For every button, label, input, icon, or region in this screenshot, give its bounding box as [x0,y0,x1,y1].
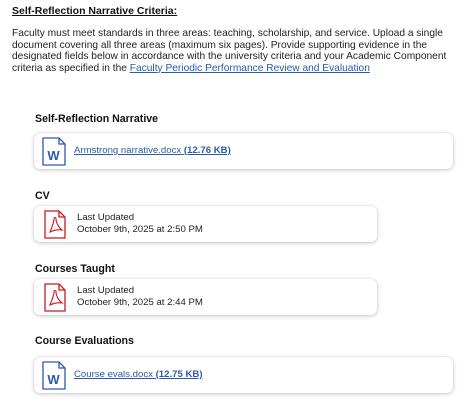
narrative-file-link[interactable]: Armstrong narrative.docx (12.76 KB) [74,145,231,156]
cv-updated-info: Last Updated October 9th, 2025 at 2:50 P… [77,212,203,236]
courses-updated-label: Last Updated [77,285,135,296]
evaluations-file-name: Course evals.docx [74,369,153,380]
word-doc-icon: W [42,361,66,390]
pdf-icon [44,283,66,312]
svg-text:W: W [47,372,60,387]
narrative-file-size: (12.76 KB) [183,145,231,156]
svg-text:W: W [47,148,60,163]
evaluations-file-card: W Course evals.docx (12.75 KB) [34,357,453,393]
section-title-cv: CV [35,190,50,202]
cv-updated-label: Last Updated [77,212,135,223]
courses-updated-info: Last Updated October 9th, 2025 at 2:44 P… [77,285,203,309]
criteria-heading: Self-Reflection Narrative Criteria: [12,5,178,17]
evaluations-file-size: (12.75 KB) [155,369,203,380]
faculty-review-link[interactable]: Faculty Periodic Performance Review and … [130,63,370,74]
courses-updated-date: October 9th, 2025 at 2:44 PM [77,297,203,308]
criteria-description: Faculty must meet standards in three are… [12,28,462,74]
section-title-narrative: Self-Reflection Narrative [35,113,159,125]
evaluations-file-link[interactable]: Course evals.docx (12.75 KB) [74,369,203,380]
section-title-evaluations: Course Evaluations [35,335,134,347]
cv-updated-date: October 9th, 2025 at 2:50 PM [77,224,203,235]
section-title-courses: Courses Taught [35,263,115,275]
cv-file-card[interactable]: Last Updated October 9th, 2025 at 2:50 P… [34,206,377,242]
narrative-file-name: Armstrong narrative.docx [74,145,182,156]
pdf-icon [44,210,66,239]
courses-file-card[interactable]: Last Updated October 9th, 2025 at 2:44 P… [34,279,377,315]
narrative-file-card: W Armstrong narrative.docx (12.76 KB) [34,133,453,169]
word-doc-icon: W [42,137,66,166]
